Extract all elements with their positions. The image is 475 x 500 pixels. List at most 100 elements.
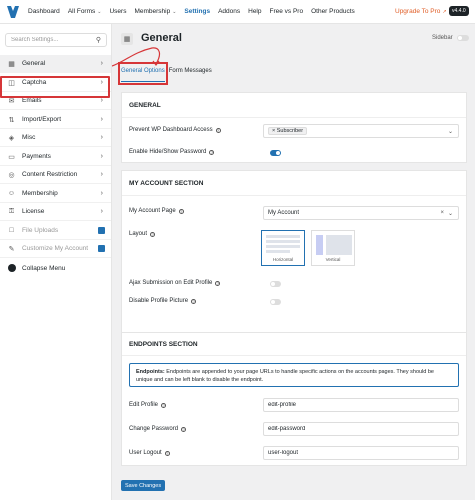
- hide-show-password-label: Enable Hide/Show Password?: [129, 149, 215, 155]
- section-title: ENDPOINTS SECTION: [129, 341, 198, 348]
- pro-badge: [98, 245, 105, 252]
- ajax-submission-label: Ajax Submission on Edit Profile?: [129, 280, 221, 286]
- license-icon: ⚿: [8, 207, 15, 215]
- nav-dashboard[interactable]: Dashboard: [28, 8, 60, 15]
- my-account-page-select[interactable]: My Account × ⌄: [263, 206, 459, 220]
- nav-free-vs-pro[interactable]: Free vs Pro: [270, 8, 304, 15]
- nav-addons[interactable]: Addons: [218, 8, 240, 15]
- chevron-right-icon: ›: [100, 134, 103, 141]
- change-password-label: Change Password?: [129, 426, 187, 432]
- chevron-down-icon: ⌄: [97, 8, 102, 15]
- edit-profile-label: Edit Profile?: [129, 402, 167, 408]
- chevron-down-icon: ⌄: [447, 210, 453, 217]
- ajax-submission-toggle[interactable]: [270, 281, 281, 287]
- sidebar-toggle[interactable]: Sidebar: [432, 35, 469, 41]
- section-title: GENERAL: [129, 102, 161, 109]
- help-icon[interactable]: ?: [215, 127, 221, 133]
- settings-sidebar: ⚲ ▦ General › ◫ Captcha › ✉ Emails › ⇅ I…: [0, 24, 112, 500]
- sidebar-item-collapse-menu[interactable]: Collapse Menu: [0, 259, 111, 277]
- sidebar-item-content-restriction[interactable]: ◎ Content Restriction ›: [0, 166, 111, 184]
- hide-show-password-toggle[interactable]: [270, 150, 281, 156]
- help-icon[interactable]: ?: [209, 149, 215, 155]
- file-icon: □: [9, 227, 14, 234]
- sidebar-item-payments[interactable]: ▭ Payments ›: [0, 148, 111, 166]
- search-icon[interactable]: ⚲: [96, 36, 101, 44]
- chevron-right-icon: ›: [100, 97, 103, 104]
- help-icon[interactable]: ?: [164, 450, 170, 456]
- misc-icon: ◈: [8, 134, 15, 142]
- import-icon: ⇅: [8, 116, 15, 124]
- chevron-right-icon: ›: [100, 153, 103, 160]
- prevent-access-label: Prevent WP Dashboard Access?: [129, 127, 221, 133]
- nav-users[interactable]: Users: [109, 8, 126, 15]
- nav-settings[interactable]: Settings: [184, 8, 210, 15]
- card-icon: ▭: [8, 153, 15, 161]
- my-account-page-label: My Account Page?: [129, 208, 184, 214]
- endpoints-card: ENDPOINTS SECTION Endpoints: Endpoints a…: [121, 332, 467, 466]
- chevron-right-icon: ›: [100, 190, 103, 197]
- sidebar-item-membership[interactable]: ☺ Membership ›: [0, 185, 111, 203]
- highlight-box-tab: [118, 62, 168, 85]
- chevron-down-icon: ⌄: [172, 8, 177, 15]
- tab-form-messages[interactable]: Form Messages: [169, 68, 212, 82]
- help-icon[interactable]: ?: [150, 231, 156, 237]
- sidebar-item-general[interactable]: ▦ General ›: [0, 55, 111, 73]
- pro-badge: [98, 227, 105, 234]
- layout-label: Layout?: [129, 231, 156, 237]
- sidebar-item-misc[interactable]: ◈ Misc ›: [0, 129, 111, 147]
- chevron-right-icon: ›: [100, 116, 103, 123]
- layout-option-label: Vertical: [325, 257, 341, 262]
- layout-option-vertical[interactable]: Vertical: [311, 230, 355, 266]
- help-icon[interactable]: ?: [181, 426, 187, 432]
- toggle-switch[interactable]: [456, 35, 469, 41]
- membership-icon: ☺: [7, 190, 16, 197]
- settings-search: ⚲: [5, 33, 107, 47]
- endpoints-notice: Endpoints: Endpoints are appended to you…: [129, 363, 459, 387]
- help-icon[interactable]: ?: [161, 402, 167, 408]
- prevent-access-select[interactable]: × Subscriber ⌄: [263, 124, 459, 138]
- logo-icon[interactable]: [6, 5, 20, 19]
- help-icon[interactable]: ?: [215, 280, 221, 286]
- help-icon[interactable]: ?: [191, 298, 197, 304]
- layout-option-label: Horizontal: [272, 257, 294, 262]
- general-card: GENERAL Prevent WP Dashboard Access? × S…: [121, 92, 467, 163]
- disable-profile-picture-label: Disable Profile Picture?: [129, 298, 197, 304]
- chevron-right-icon: ›: [100, 60, 103, 67]
- page-title: General: [141, 32, 182, 44]
- divider: [122, 355, 466, 356]
- nav-membership[interactable]: Membership ⌄: [134, 8, 176, 15]
- nav-other-products[interactable]: Other Products: [311, 8, 355, 15]
- nav-all-forms[interactable]: All Forms ⌄: [68, 8, 102, 15]
- chevron-right-icon: ›: [100, 171, 103, 178]
- layout-option-horizontal[interactable]: Horizontal: [261, 230, 305, 266]
- disable-profile-picture-toggle[interactable]: [270, 299, 281, 305]
- help-icon[interactable]: ?: [178, 208, 184, 214]
- customize-icon: ✎: [8, 245, 15, 253]
- nav-help[interactable]: Help: [248, 8, 261, 15]
- upgrade-link[interactable]: Upgrade To Pro ↗: [395, 8, 447, 15]
- my-account-card: MY ACCOUNT SECTION My Account Page? My A…: [121, 170, 467, 337]
- chevron-down-icon: ⌄: [447, 128, 453, 135]
- user-logout-input[interactable]: [263, 446, 459, 460]
- sidebar-item-import-export[interactable]: ⇅ Import/Export ›: [0, 111, 111, 129]
- highlight-box-general: [0, 76, 110, 98]
- sidebar-item-license[interactable]: ⚿ License ›: [0, 203, 111, 221]
- collapse-icon: [7, 264, 16, 273]
- clear-icon[interactable]: ×: [440, 210, 444, 216]
- main-content: ▦ General Sidebar General Options Form M…: [112, 24, 475, 500]
- sidebar-item-customize-my-account[interactable]: ✎ Customize My Account: [0, 240, 111, 258]
- sidebar-item-file-uploads[interactable]: □ File Uploads: [0, 222, 111, 240]
- change-password-input[interactable]: [263, 422, 459, 436]
- divider: [122, 117, 466, 118]
- edit-profile-input[interactable]: [263, 398, 459, 412]
- version-badge: v4.4.0: [449, 6, 469, 16]
- grid-icon: ▦: [8, 60, 15, 68]
- section-title: MY ACCOUNT SECTION: [129, 180, 204, 187]
- grid-icon: ▦: [121, 33, 133, 45]
- chevron-right-icon: ›: [100, 208, 103, 215]
- role-chip[interactable]: × Subscriber: [268, 127, 308, 135]
- settings-search-input[interactable]: [11, 37, 91, 43]
- external-link-icon: ↗: [442, 8, 447, 15]
- save-changes-button[interactable]: Save Changes: [121, 480, 166, 491]
- user-logout-label: User Logout?: [129, 450, 170, 456]
